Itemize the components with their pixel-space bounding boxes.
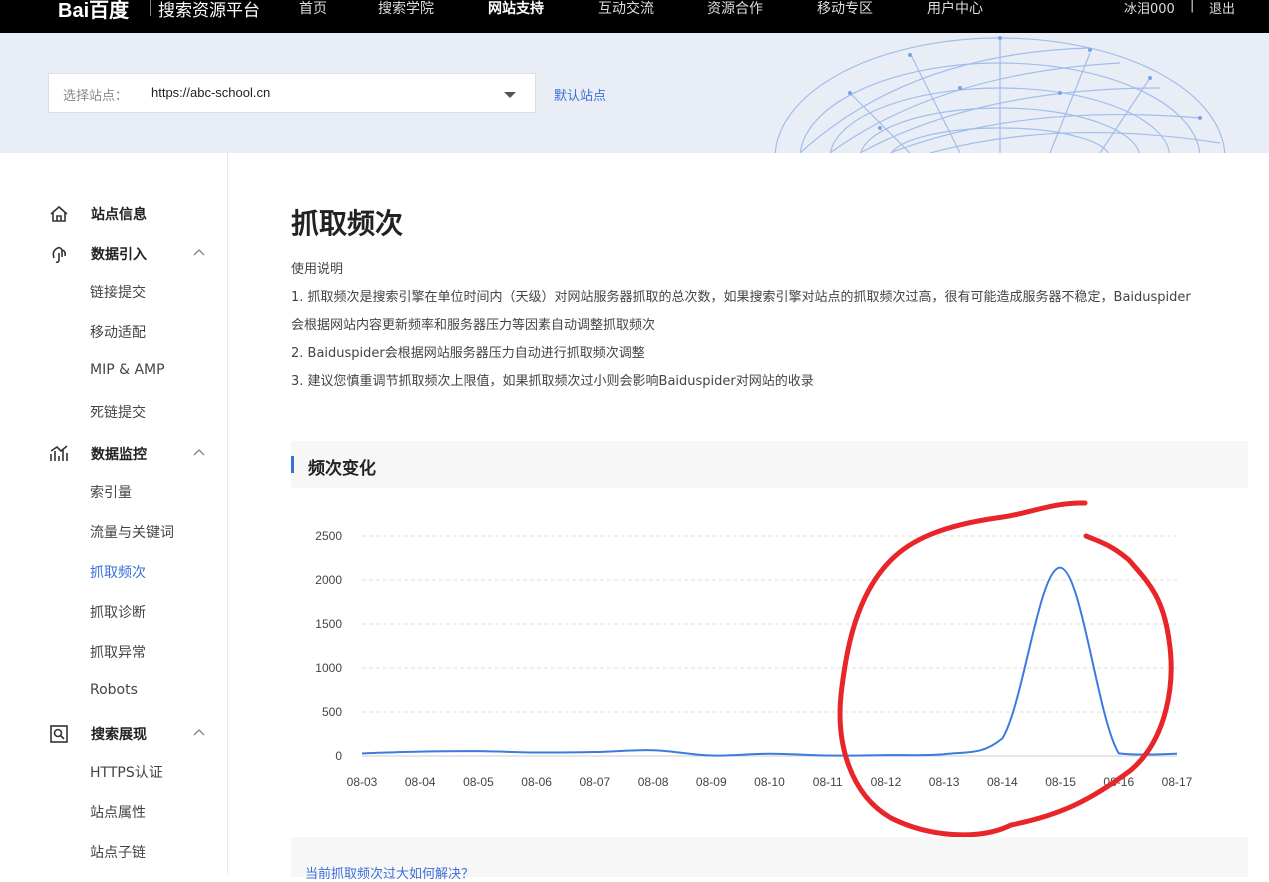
x-tick-label: 08-10 (754, 775, 785, 789)
y-tick-label: 2500 (315, 529, 342, 543)
x-tick-label: 08-12 (871, 775, 902, 789)
sidebar-item-crawl-frequency[interactable]: 抓取频次 (90, 562, 146, 582)
nav-item-home[interactable]: 首页 (299, 0, 327, 18)
nav-item-community[interactable]: 互动交流 (598, 0, 654, 18)
logout-link[interactable]: 退出 (1209, 0, 1235, 17)
x-tick-label: 08-13 (929, 775, 960, 789)
x-tick-label: 08-06 (521, 775, 552, 789)
sidebar-item-mip-amp[interactable]: MIP & AMP (90, 362, 165, 378)
sidebar-group-label: 站点信息 (91, 207, 147, 223)
usage-line: 1. 抓取频次是搜索引擎在单位时间内（天级）对网站服务器抓取的总次数，如果搜索引… (291, 290, 1191, 305)
crawl-frequency-chart[interactable]: 05001000150020002500 08-03 08-04 08-05 08-0… (291, 500, 1248, 837)
x-tick-label: 08-05 (463, 775, 494, 789)
site-select[interactable]: 选择站点： https://abc-school.cn (48, 73, 536, 113)
platform-name[interactable]: 搜索资源平台 (158, 0, 260, 21)
chevron-down-icon[interactable] (504, 92, 516, 98)
sidebar-item-link-submit[interactable]: 链接提交 (90, 282, 146, 302)
y-tick-label: 0 (335, 749, 342, 763)
search-display-icon (50, 725, 68, 743)
sidebar-item-index[interactable]: 索引量 (90, 482, 132, 502)
series-line (361, 566, 1178, 757)
user-separator: | (1190, 0, 1195, 13)
logo-divider (150, 0, 151, 16)
x-tick-label: 08-08 (638, 775, 669, 789)
nav-item-academy[interactable]: 搜索学院 (378, 0, 434, 18)
sidebar-item-crawl-errors[interactable]: 抓取异常 (90, 642, 146, 662)
bottom-tip-box: 当前抓取频次过大如何解决？ (291, 837, 1248, 882)
chart-grid (362, 535, 1177, 757)
y-tick-label: 500 (322, 705, 342, 719)
sidebar-item-dead-link[interactable]: 死链提交 (90, 402, 146, 422)
sidebar-item-crawl-diagnosis[interactable]: 抓取诊断 (90, 602, 146, 622)
nav-item-site-support[interactable]: 网站支持 (488, 0, 544, 18)
globe-decoration (774, 36, 1226, 153)
y-axis-labels: 0 500 1000 1500 2000 2500 (315, 529, 342, 763)
site-selector-band: 选择站点： https://abc-school.cn 默认站点 (0, 33, 1269, 153)
nav-item-user-center[interactable]: 用户中心 (927, 0, 983, 18)
section-header: 频次变化 (291, 441, 1248, 488)
chevron-up-icon[interactable] (193, 247, 205, 259)
site-select-label: 选择站点： (63, 89, 129, 104)
x-tick-label: 08-07 (580, 775, 611, 789)
faq-link[interactable]: 当前抓取频次过大如何解决？ (305, 863, 474, 882)
y-tick-label: 1500 (315, 617, 342, 631)
default-site-link[interactable]: 默认站点 (554, 85, 606, 104)
y-tick-label: 2000 (315, 573, 342, 587)
sidebar-group-label: 搜索展现 (91, 727, 147, 743)
home-icon (50, 205, 68, 222)
sidebar: 站点信息 数据引入 链接提交 移动适配 MIP & AMP 死链提交 数据监控 … (0, 153, 228, 875)
sidebar-group-label: 数据引入 (91, 247, 147, 263)
nav-item-mobile[interactable]: 移动专区 (817, 0, 873, 18)
usage-line: 2. Baiduspider会根据网站服务器压力自动进行抓取频次调整 (291, 346, 645, 361)
data-import-icon (52, 246, 66, 264)
sidebar-item-mobile-adapt[interactable]: 移动适配 (90, 322, 146, 342)
x-tick-label: 08-17 (1162, 775, 1193, 789)
x-tick-label: 08-15 (1045, 775, 1076, 789)
x-tick-label: 08-04 (405, 775, 436, 789)
usage-line: 会根据网站内容更新频率和服务器压力等因素自动调整抓取频次 (291, 318, 656, 333)
section-title: 频次变化 (308, 459, 376, 479)
sidebar-item-site-attributes[interactable]: 站点属性 (90, 802, 146, 822)
sidebar-item-robots[interactable]: Robots (90, 682, 138, 698)
baidu-logo[interactable]: Bai百度 (58, 0, 129, 23)
x-tick-label: 08-09 (696, 775, 727, 789)
x-axis-labels: 08-03 08-04 08-05 08-06 08-07 08-08 08-09 08-10… (347, 775, 1193, 789)
section-accent-bar (291, 456, 294, 473)
x-tick-label: 08-03 (347, 775, 378, 789)
x-tick-label: 08-14 (987, 775, 1018, 789)
monitor-chart-icon (50, 445, 68, 461)
usage-line: 3. 建议您慎重调节抓取频次上限值，如果抓取频次过小则会影响Baiduspide… (291, 374, 814, 389)
sidebar-item-https[interactable]: HTTPS认证 (90, 762, 163, 782)
top-navbar: Bai百度 搜索资源平台 首页 搜索学院 网站支持 互动交流 资源合作 移动专区… (0, 0, 1269, 33)
username-link[interactable]: 冰泪000 (1124, 0, 1175, 17)
usage-title: 使用说明 (291, 262, 344, 277)
site-select-value: https://abc-school.cn (151, 85, 271, 100)
chevron-up-icon[interactable] (193, 447, 205, 459)
chevron-up-icon[interactable] (193, 727, 205, 739)
x-tick-label: 08-11 (813, 775, 843, 789)
y-tick-label: 1000 (315, 661, 342, 675)
sidebar-item-traffic-keywords[interactable]: 流量与关键词 (90, 522, 174, 542)
nav-item-cooperation[interactable]: 资源合作 (707, 0, 763, 18)
sidebar-group-label: 数据监控 (91, 447, 147, 463)
page-title: 抓取频次 (291, 207, 404, 240)
sidebar-item-sitelinks[interactable]: 站点子链 (90, 842, 146, 862)
